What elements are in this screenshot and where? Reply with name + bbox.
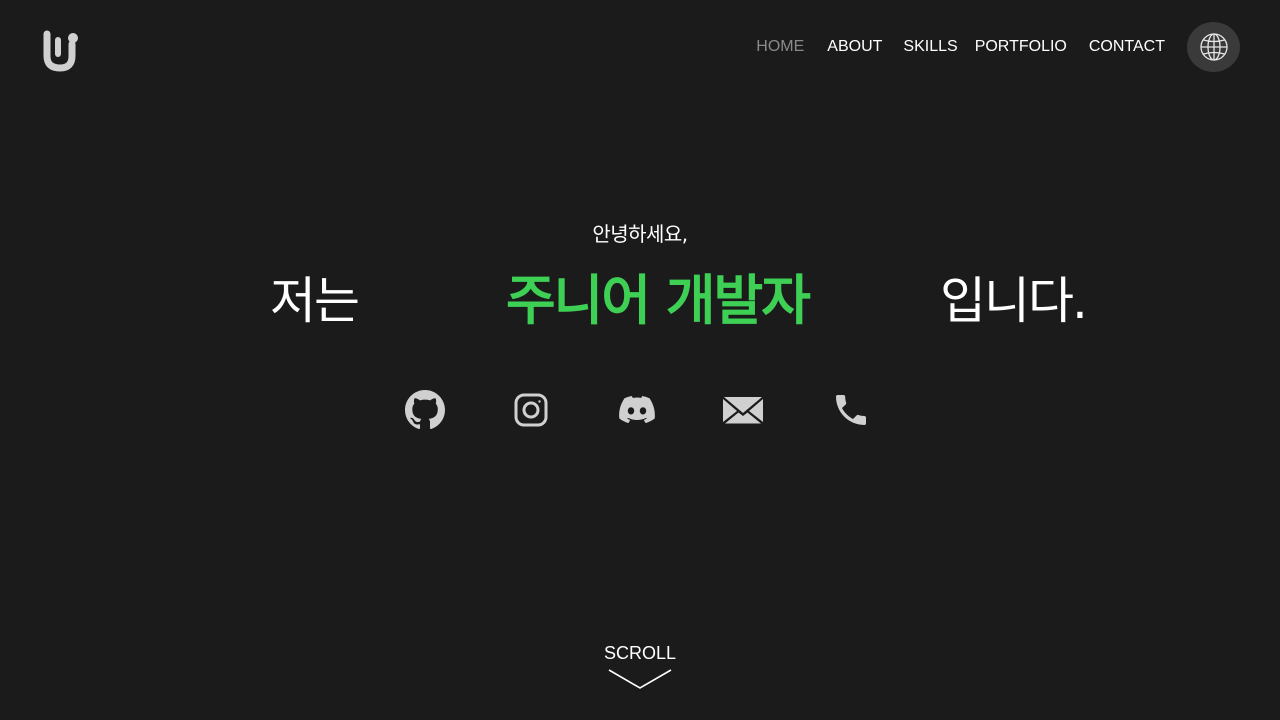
nav-about[interactable]: ABOUT xyxy=(827,38,882,56)
nav-portfolio[interactable]: PORTFOLIO xyxy=(975,38,1067,56)
mail-icon xyxy=(723,397,763,424)
phone-icon xyxy=(836,395,866,425)
nav-skills[interactable]: SKILLS xyxy=(903,38,957,56)
headline-suffix: 입니다. xyxy=(940,272,1088,330)
headline-highlight: 주니어 개발자 xyxy=(506,269,811,332)
social-links xyxy=(0,388,1280,432)
landing-page: HOME ABOUT SKILLS PORTFOLIO CONTACT 안녕하세… xyxy=(0,0,1280,720)
headline-prefix: 저는 xyxy=(270,272,360,330)
brand-logo-icon[interactable] xyxy=(42,30,80,72)
discord-link[interactable] xyxy=(615,388,659,432)
language-button[interactable] xyxy=(1187,22,1240,72)
chevron-down-icon xyxy=(608,669,672,689)
instagram-link[interactable] xyxy=(509,388,553,432)
github-link[interactable] xyxy=(403,388,447,432)
github-icon xyxy=(405,390,445,430)
instagram-icon xyxy=(514,393,548,427)
phone-link[interactable] xyxy=(829,388,873,432)
scroll-indicator[interactable]: SCROLL xyxy=(0,643,1280,690)
hero-headline: 저는 주니어 개발자 입니다. xyxy=(0,268,1280,338)
nav-home[interactable]: HOME xyxy=(756,38,804,56)
scroll-label: SCROLL xyxy=(603,643,677,663)
discord-icon xyxy=(619,396,655,424)
nav-contact[interactable]: CONTACT xyxy=(1089,38,1165,56)
mail-link[interactable] xyxy=(721,388,765,432)
globe-icon xyxy=(1199,33,1228,61)
hero-greeting: 안녕하세요, xyxy=(592,222,688,246)
main-nav: HOME ABOUT SKILLS PORTFOLIO CONTACT xyxy=(756,22,1240,72)
